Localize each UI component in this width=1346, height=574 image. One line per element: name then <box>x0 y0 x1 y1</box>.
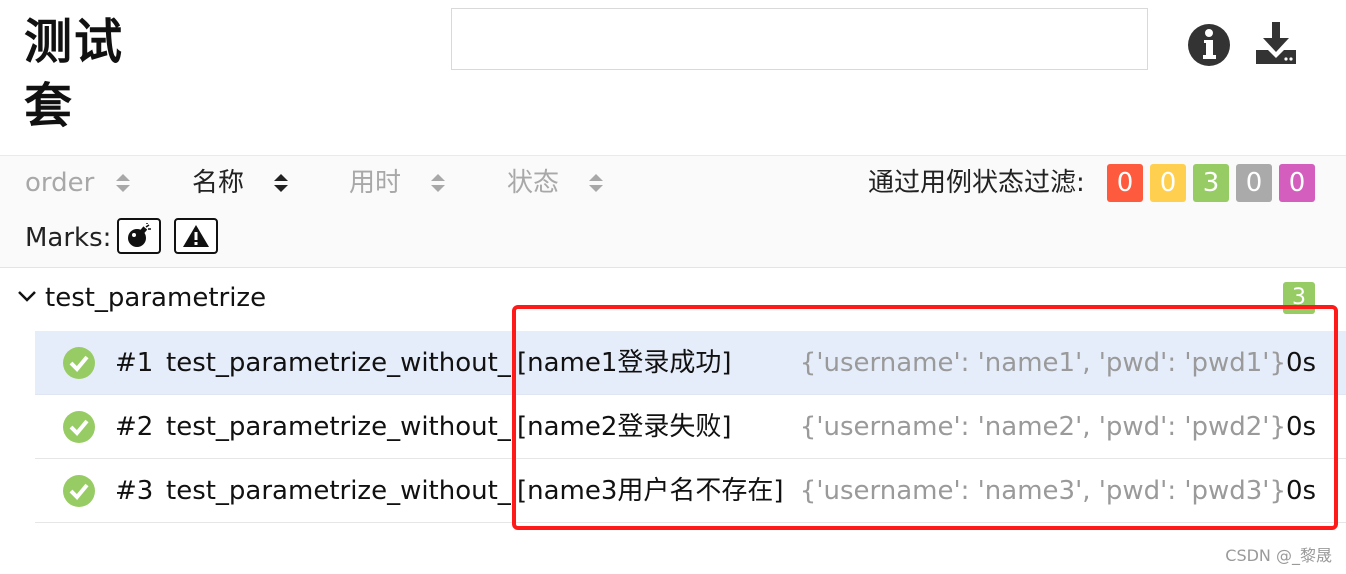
sort-name[interactable]: 名称 <box>192 165 289 201</box>
page-title: 测试套 <box>24 14 125 134</box>
passed-check-icon <box>63 411 95 443</box>
case-param: [name3用户名不存在] <box>517 476 784 506</box>
case-name: test_parametrize_without_id <box>166 476 516 506</box>
case-args: {'username': 'name2', 'pwd': 'pwd2'} <box>799 412 1286 442</box>
filter-passed-badge[interactable]: 3 <box>1193 164 1229 202</box>
case-args: {'username': 'name1', 'pwd': 'pwd1'} <box>799 348 1286 378</box>
case-args: {'username': 'name3', 'pwd': 'pwd3'} <box>799 476 1286 506</box>
sort-arrows-icon <box>274 174 289 192</box>
marks-label: Marks: <box>25 223 112 253</box>
passed-check-icon <box>63 347 95 379</box>
case-name: test_parametrize_without_id <box>166 348 516 378</box>
download-icon[interactable] <box>1252 18 1300 70</box>
case-param: [name2登录失败] <box>517 412 732 442</box>
search-input[interactable] <box>451 8 1148 70</box>
warning-icon <box>183 225 209 247</box>
sort-name-label: 名称 <box>192 168 245 198</box>
case-duration: 0s <box>1286 348 1317 378</box>
mark-flaky-button[interactable] <box>117 218 161 254</box>
info-icon[interactable] <box>1185 18 1233 70</box>
case-number: #1 <box>115 348 154 378</box>
suite-count-badge: 3 <box>1283 282 1315 314</box>
sort-order[interactable]: order <box>25 165 131 201</box>
sort-arrows-icon <box>116 174 131 192</box>
sort-status-label: 状态 <box>507 168 560 198</box>
case-name: test_parametrize_without_id <box>166 412 516 442</box>
case-duration: 0s <box>1286 412 1317 442</box>
sort-arrows-icon <box>431 174 446 192</box>
test-case-row[interactable]: #2 test_parametrize_without_id [name2登录失… <box>35 395 1346 459</box>
sort-order-label: order <box>25 168 95 198</box>
filter-skipped-badge[interactable]: 0 <box>1236 164 1272 202</box>
sort-duration-label: 用时 <box>349 168 402 198</box>
sort-arrows-icon <box>589 174 604 192</box>
filter-unknown-badge[interactable]: 0 <box>1279 164 1315 202</box>
suite-name: test_parametrize <box>45 283 267 313</box>
case-duration: 0s <box>1286 476 1317 506</box>
chevron-down-icon[interactable] <box>16 288 38 304</box>
case-number: #3 <box>115 476 154 506</box>
suite-group[interactable]: test_parametrize 3 <box>0 274 1346 322</box>
case-number: #2 <box>115 412 154 442</box>
filter-broken-badge[interactable]: 0 <box>1150 164 1186 202</box>
sort-status[interactable]: 状态 <box>507 165 604 201</box>
watermark: CSDN @_黎晟 <box>1225 546 1332 565</box>
mark-new-failed-button[interactable] <box>174 218 218 254</box>
passed-check-icon <box>63 475 95 507</box>
test-case-row[interactable]: #1 test_parametrize_without_id [name1登录成… <box>35 331 1346 395</box>
sort-duration[interactable]: 用时 <box>349 165 446 201</box>
test-case-row[interactable]: #3 test_parametrize_without_id [name3用户名… <box>35 459 1346 523</box>
bomb-icon <box>128 223 151 247</box>
status-filter-label: 通过用例状态过滤: <box>868 168 1085 198</box>
case-param: [name1登录成功] <box>517 348 732 378</box>
filter-failed-badge[interactable]: 0 <box>1107 164 1143 202</box>
